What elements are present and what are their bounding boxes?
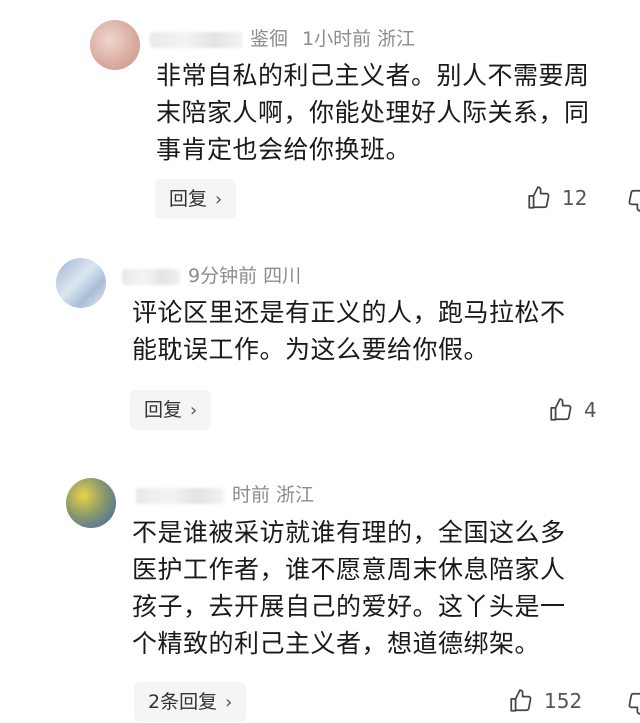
avatar[interactable] [66, 478, 116, 528]
chevron-right-icon: › [225, 692, 233, 713]
thumbs-down-icon[interactable] [626, 690, 640, 716]
replies-button[interactable]: 2条回复 › [134, 682, 247, 722]
like-count: 152 [544, 689, 583, 713]
comment-item: 时前 浙江 不是谁被采访就谁有理的，全国这么多 医护工作者，谁不愿意周末休息陪家… [0, 460, 640, 722]
comment-line: 医护工作者，谁不愿意周末休息陪家人 [132, 555, 566, 584]
like-button[interactable]: 12 [526, 185, 587, 211]
comment-text: 评论区里还是有正义的人，跑马拉松不 能耽误工作。为这么要给你假。 [132, 294, 566, 368]
avatar[interactable] [56, 258, 106, 308]
timestamp-location: 时前 浙江 [232, 484, 315, 506]
comment-item: 鉴徊 1小时前 浙江 非常自私的利己主义者。别人不需要周 末陪家人啊，你能处理好人… [0, 0, 640, 228]
chevron-right-icon: › [190, 400, 198, 421]
comment-text: 不是谁被采访就谁有理的，全国这么多 医护工作者，谁不愿意周末休息陪家人 孩子，去… [132, 514, 566, 662]
comment-line: 非常自私的利己主义者。别人不需要周 [156, 61, 590, 90]
chevron-right-icon: › [215, 189, 223, 210]
reply-button[interactable]: 回复 › [130, 390, 212, 430]
comment-line: 能耽误工作。为这么要给你假。 [132, 335, 490, 364]
thumbs-down-icon[interactable] [626, 187, 640, 213]
comment-text: 非常自私的利己主义者。别人不需要周 末陪家人啊，你能处理好人际关系，同 事肯定也… [156, 57, 590, 168]
reply-label: 2条回复 [148, 691, 218, 713]
like-count: 4 [584, 398, 597, 422]
comment-line: 末陪家人啊，你能处理好人际关系，同 [156, 98, 590, 127]
thumbs-up-icon [550, 398, 572, 421]
comment-meta: 9分钟前 四川 [122, 261, 301, 288]
comment-line: 个精致的利己主义者，想道德绑架。 [132, 629, 541, 658]
comment-meta: 鉴徊 1小时前 浙江 [150, 24, 415, 51]
reply-label: 回复 [169, 188, 208, 210]
thumbs-up-icon [510, 689, 532, 712]
avatar[interactable] [90, 20, 140, 70]
comment-line: 事肯定也会给你换班。 [156, 135, 412, 164]
username-blurred[interactable] [136, 487, 224, 504]
reply-label: 回复 [144, 399, 183, 421]
username-fragment: 鉴徊 [250, 28, 289, 50]
timestamp-location: 9分钟前 四川 [188, 265, 302, 287]
comment-item: 9分钟前 四川 评论区里还是有正义的人，跑马拉松不 能耽误工作。为这么要给你假。… [0, 240, 640, 450]
timestamp-location: 1小时前 浙江 [302, 28, 416, 50]
comment-meta: 时前 浙江 [136, 480, 314, 507]
username-blurred[interactable] [150, 31, 242, 48]
comment-line: 孩子，去开展自己的爱好。这丫头是一 [132, 592, 566, 621]
comment-line: 不是谁被采访就谁有理的，全国这么多 [132, 518, 566, 547]
reply-button[interactable]: 回复 › [155, 179, 237, 219]
username-blurred[interactable] [122, 268, 180, 285]
comment-line: 评论区里还是有正义的人，跑马拉松不 [132, 298, 566, 327]
like-count: 12 [562, 186, 588, 210]
thumbs-up-icon [528, 186, 550, 209]
like-button[interactable]: 4 [548, 397, 597, 423]
like-button[interactable]: 152 [508, 688, 582, 714]
